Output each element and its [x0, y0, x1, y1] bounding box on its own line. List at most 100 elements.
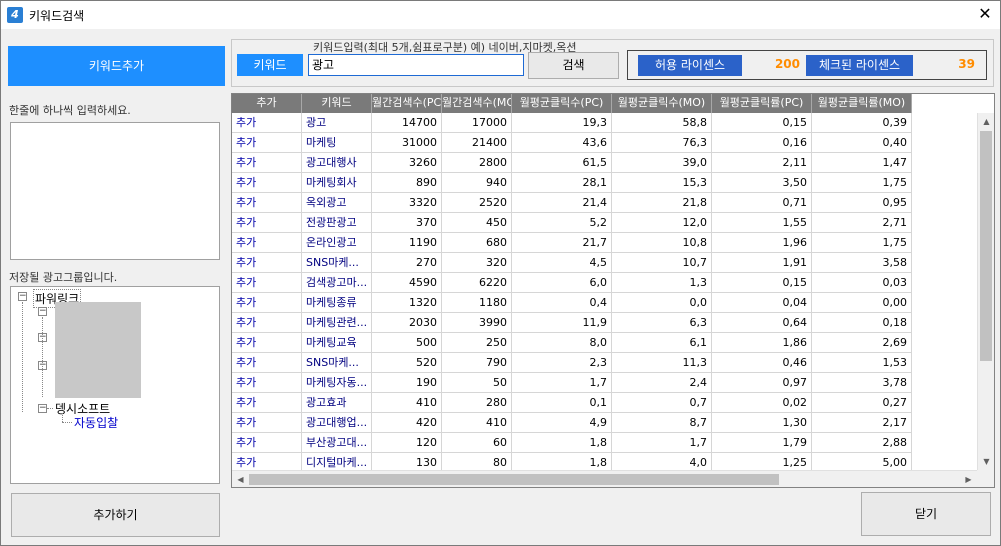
table-row[interactable]: 추가 마케팅 31000 21400 43,6 76,3 0,16 0,40 — [232, 133, 912, 153]
table-row[interactable]: 추가 온라인광고 1190 680 21,7 10,8 1,96 1,75 — [232, 233, 912, 253]
table-row[interactable]: 추가 마케팅종류 1320 1180 0,4 0,0 0,04 0,00 — [232, 293, 912, 313]
table-row[interactable]: 추가 SNS마케... 520 790 2,3 11,3 0,46 1,53 — [232, 353, 912, 373]
stat-cell: 1,53 — [812, 353, 912, 373]
table-row[interactable]: 추가 마케팅교육 500 250 8,0 6,1 1,86 2,69 — [232, 333, 912, 353]
keyword-textarea[interactable] — [10, 122, 220, 260]
stat-cell: 0,4 — [512, 293, 612, 313]
stat-cell: 0,95 — [812, 193, 912, 213]
stat-cell: 8,0 — [512, 333, 612, 353]
row-add-link[interactable]: 추가 — [232, 213, 302, 233]
row-add-link[interactable]: 추가 — [232, 293, 302, 313]
tree-collapse-icon[interactable]: − — [18, 292, 27, 301]
stat-cell: 15,3 — [612, 173, 712, 193]
row-add-link[interactable]: 추가 — [232, 353, 302, 373]
table-row[interactable]: 추가 광고대행사 3260 2800 61,5 39,0 2,11 1,47 — [232, 153, 912, 173]
table-row[interactable]: 추가 검색광고마... 4590 6220 6,0 1,3 0,15 0,03 — [232, 273, 912, 293]
stat-cell: 58,8 — [612, 113, 712, 133]
row-add-link[interactable]: 추가 — [232, 233, 302, 253]
vertical-scroll-thumb[interactable] — [980, 131, 992, 361]
stat-cell: 320 — [442, 253, 512, 273]
stat-cell: 250 — [442, 333, 512, 353]
row-add-link[interactable]: 추가 — [232, 313, 302, 333]
row-add-link[interactable]: 추가 — [232, 133, 302, 153]
scroll-right-icon[interactable]: ▶ — [960, 471, 977, 487]
stat-cell: 1,75 — [812, 173, 912, 193]
horizontal-scroll-thumb[interactable] — [249, 474, 779, 485]
stat-cell: 2,69 — [812, 333, 912, 353]
keyword-cell: 광고효과 — [302, 393, 372, 413]
tree-line — [47, 408, 53, 409]
tree-expand-icon[interactable]: − — [38, 307, 47, 316]
table-row[interactable]: 추가 부산광고대... 120 60 1,8 1,7 1,79 2,88 — [232, 433, 912, 453]
column-header[interactable]: 월평균클릭률(MO) — [812, 94, 912, 113]
table-row[interactable]: 추가 마케팅관련... 2030 3990 11,9 6,3 0,64 0,18 — [232, 313, 912, 333]
stat-cell: 39,0 — [612, 153, 712, 173]
stat-cell: 1,55 — [712, 213, 812, 233]
table-row[interactable]: 추가 마케팅자동... 190 50 1,7 2,4 0,97 3,78 — [232, 373, 912, 393]
horizontal-scrollbar[interactable]: ◀ ▶ — [232, 470, 977, 487]
stat-cell: 5,2 — [512, 213, 612, 233]
window-close-button[interactable]: ✕ — [970, 1, 1000, 29]
row-add-link[interactable]: 추가 — [232, 393, 302, 413]
table-row[interactable]: 추가 전광판광고 370 450 5,2 12,0 1,55 2,71 — [232, 213, 912, 233]
add-to-group-button[interactable]: 추가하기 — [11, 493, 220, 537]
scroll-left-icon[interactable]: ◀ — [232, 471, 249, 487]
table-row[interactable]: 추가 옥외광고 3320 2520 21,4 21,8 0,71 0,95 — [232, 193, 912, 213]
stat-cell: 0,7 — [612, 393, 712, 413]
stat-cell: 1,75 — [812, 233, 912, 253]
scroll-up-icon[interactable]: ▲ — [978, 113, 994, 130]
tree-leaf-auto-bid[interactable]: 자동입찰 — [74, 414, 118, 431]
search-button[interactable]: 검색 — [528, 52, 619, 79]
stat-cell: 2,88 — [812, 433, 912, 453]
stat-cell: 3,58 — [812, 253, 912, 273]
row-add-link[interactable]: 추가 — [232, 253, 302, 273]
row-add-link[interactable]: 추가 — [232, 113, 302, 133]
column-header[interactable]: 키워드 — [302, 94, 372, 113]
stat-cell: 940 — [442, 173, 512, 193]
stat-cell: 410 — [372, 393, 442, 413]
scroll-corner — [977, 470, 994, 487]
keyword-hint-label: 한줄에 하나씩 입력하세요. — [9, 104, 131, 117]
table-row[interactable]: 추가 마케팅회사 890 940 28,1 15,3 3,50 1,75 — [232, 173, 912, 193]
stat-cell: 3,50 — [712, 173, 812, 193]
title-bar: 4 키워드검색 ✕ — [1, 1, 1000, 29]
column-header[interactable]: 월평균클릭수(MO) — [612, 94, 712, 113]
keyword-results-grid[interactable]: 추가 키워드 월간검색수(PC) 월간검색수(MO) 월평균클릭수(PC) 월평균클릭수(… — [231, 93, 995, 488]
row-add-link[interactable]: 추가 — [232, 153, 302, 173]
stat-cell: 890 — [372, 173, 442, 193]
scroll-down-icon[interactable]: ▼ — [978, 453, 994, 470]
ad-group-tree[interactable]: − 파워링크 − − − − 뎅시소프트 자동입찰 — [10, 286, 220, 484]
row-add-link[interactable]: 추가 — [232, 373, 302, 393]
row-add-link[interactable]: 추가 — [232, 193, 302, 213]
column-header[interactable]: 추가 — [232, 94, 302, 113]
stat-cell: 1,8 — [512, 433, 612, 453]
row-add-link[interactable]: 추가 — [232, 273, 302, 293]
vertical-scrollbar[interactable]: ▲ ▼ — [977, 113, 994, 470]
stat-cell: 0,97 — [712, 373, 812, 393]
row-add-link[interactable]: 추가 — [232, 433, 302, 453]
table-row[interactable]: 추가 광고대행업... 420 410 4,9 8,7 1,30 2,17 — [232, 413, 912, 433]
table-row[interactable]: 추가 광고효과 410 280 0,1 0,7 0,02 0,27 — [232, 393, 912, 413]
app-icon: 4 — [7, 7, 23, 23]
column-header[interactable]: 월간검색수(PC) — [372, 94, 442, 113]
stat-cell: 0,64 — [712, 313, 812, 333]
table-row[interactable]: 추가 SNS마케... 270 320 4,5 10,7 1,91 3,58 — [232, 253, 912, 273]
column-header[interactable]: 월평균클릭수(PC) — [512, 94, 612, 113]
table-row[interactable]: 추가 광고 14700 17000 19,3 58,8 0,15 0,39 — [232, 113, 912, 133]
keyword-search-window: 4 키워드검색 ✕ 키워드추가 한줄에 하나씩 입력하세요. 저장될 광고그룹입… — [0, 0, 1001, 546]
row-add-link[interactable]: 추가 — [232, 173, 302, 193]
stat-cell: 3990 — [442, 313, 512, 333]
keyword-cell: SNS마케... — [302, 353, 372, 373]
stat-cell: 11,9 — [512, 313, 612, 333]
stat-cell: 4,5 — [512, 253, 612, 273]
keyword-input[interactable]: 광고 — [308, 54, 524, 76]
keyword-cell: 마케팅종류 — [302, 293, 372, 313]
keyword-cell: 옥외광고 — [302, 193, 372, 213]
column-header[interactable]: 월간검색수(MO) — [442, 94, 512, 113]
column-header[interactable]: 월평균클릭률(PC) — [712, 94, 812, 113]
add-keyword-button[interactable]: 키워드추가 — [8, 46, 225, 86]
row-add-link[interactable]: 추가 — [232, 413, 302, 433]
row-add-link[interactable]: 추가 — [232, 333, 302, 353]
close-button[interactable]: 닫기 — [861, 492, 991, 536]
tree-collapse-icon[interactable]: − — [38, 404, 47, 413]
